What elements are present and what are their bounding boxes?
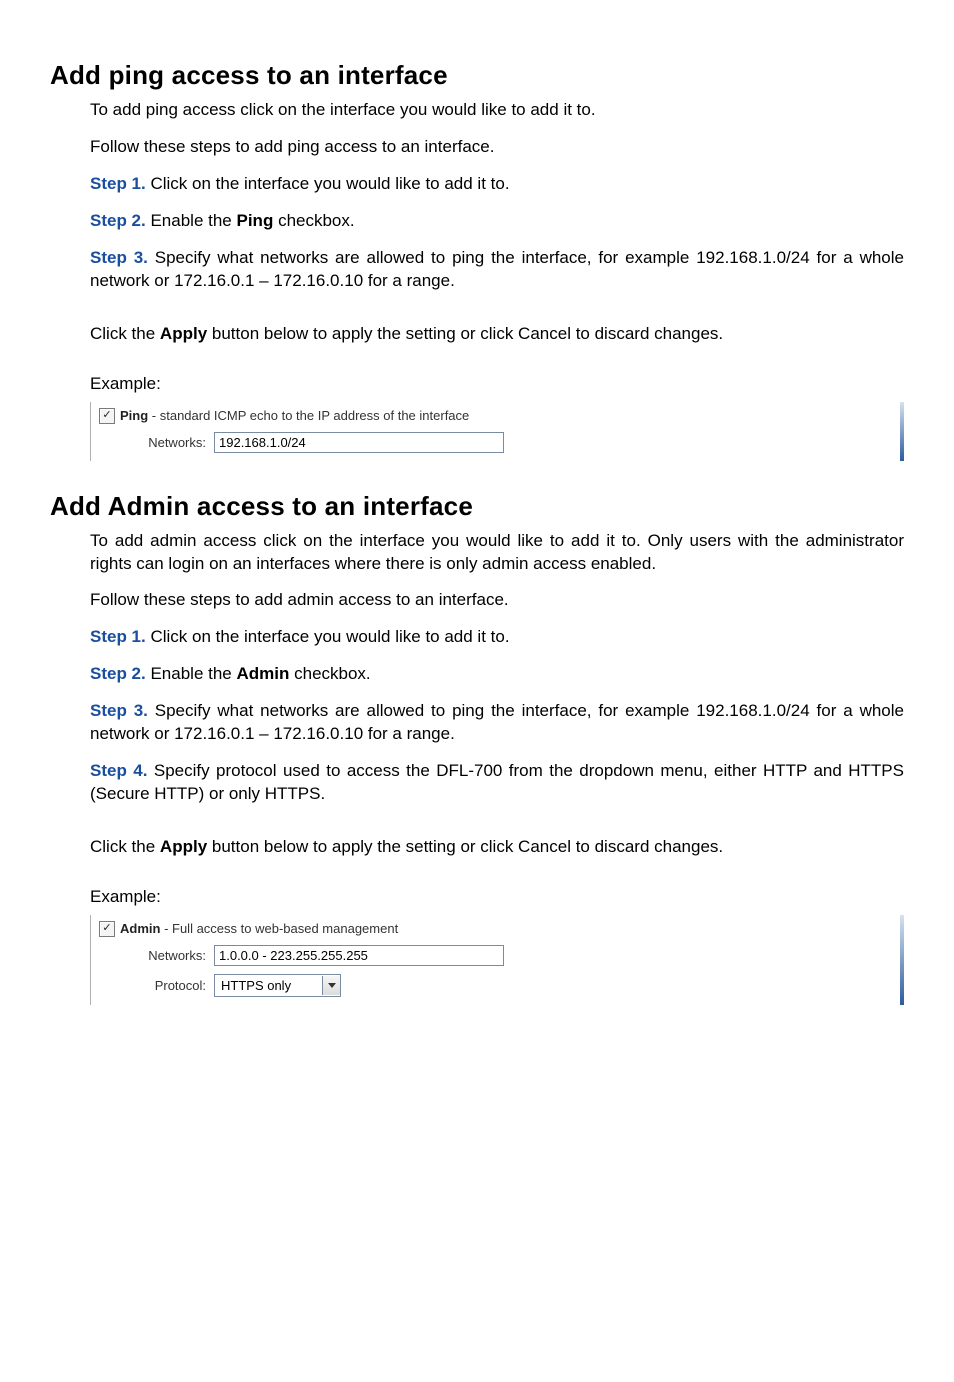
- s2-step4-text: Specify protocol used to access the DFL-…: [90, 761, 904, 803]
- section2-intro: To add admin access click on the interfa…: [90, 530, 904, 576]
- section1-follow: Follow these steps to add ping access to…: [90, 136, 904, 159]
- s2-step2-end: checkbox.: [289, 664, 370, 683]
- ping-networks-label: Networks:: [134, 435, 206, 450]
- section2-step2: Step 2. Enable the Admin checkbox.: [90, 663, 904, 686]
- admin-networks-line: Networks:: [134, 945, 504, 966]
- ping-widget: ✓ Ping - standard ICMP echo to the IP ad…: [90, 402, 904, 461]
- step3-text: Specify what networks are allowed to pin…: [90, 248, 904, 290]
- apply-bold: Apply: [160, 324, 207, 343]
- section2-title: Add Admin access to an interface: [50, 491, 904, 522]
- step3-bold: Step 3.: [90, 248, 148, 267]
- admin-check-label: Admin: [120, 921, 160, 936]
- step2-end: checkbox.: [273, 211, 354, 230]
- section2-step1: Step 1. Click on the interface you would…: [90, 626, 904, 649]
- ping-networks-input[interactable]: [214, 432, 504, 453]
- step2-bold: Step 2.: [90, 211, 146, 230]
- step1-bold: Step 1.: [90, 174, 146, 193]
- admin-protocol-line: Protocol: HTTPS only: [134, 974, 504, 997]
- section1-apply: Click the Apply button below to apply th…: [90, 323, 904, 346]
- apply-pre: Click the: [90, 324, 160, 343]
- admin-checkbox-row: ✓ Admin - Full access to web-based manag…: [99, 921, 504, 937]
- admin-widget: ✓ Admin - Full access to web-based manag…: [90, 915, 904, 1005]
- admin-networks-input[interactable]: [214, 945, 504, 966]
- section2-example-label: Example:: [90, 887, 904, 907]
- s2-step1-text: Click on the interface you would like to…: [146, 627, 510, 646]
- section1-example-label: Example:: [90, 374, 904, 394]
- right-accent-bar: [900, 402, 904, 461]
- admin-protocol-value: HTTPS only: [215, 978, 322, 993]
- step2-mid: Enable the: [146, 211, 237, 230]
- s2-apply-pre: Click the: [90, 837, 160, 856]
- s2-step2-mid: Enable the: [146, 664, 237, 683]
- s2-apply-post: button below to apply the setting or cli…: [207, 837, 723, 856]
- chevron-down-icon: [322, 976, 340, 995]
- step1-text: Click on the interface you would like to…: [146, 174, 510, 193]
- check-icon: ✓: [102, 410, 111, 421]
- section2-step4: Step 4. Specify protocol used to access …: [90, 760, 904, 806]
- s2-step2-check-word: Admin: [237, 664, 290, 683]
- section1-title: Add ping access to an interface: [50, 60, 904, 91]
- ping-networks-line: Networks:: [134, 432, 504, 453]
- ping-check-desc: - standard ICMP echo to the IP address o…: [148, 408, 469, 423]
- s2-step3-bold: Step 3.: [90, 701, 148, 720]
- admin-protocol-label: Protocol:: [134, 978, 206, 993]
- ping-checkbox-row: ✓ Ping - standard ICMP echo to the IP ad…: [99, 408, 504, 424]
- s2-step3-text: Specify what networks are allowed to pin…: [90, 701, 904, 743]
- s2-step1-bold: Step 1.: [90, 627, 146, 646]
- right-accent-bar-2: [900, 915, 904, 1005]
- section1-step2: Step 2. Enable the Ping checkbox.: [90, 210, 904, 233]
- s2-step4-bold: Step 4.: [90, 761, 147, 780]
- s2-step2-bold: Step 2.: [90, 664, 146, 683]
- admin-networks-label: Networks:: [134, 948, 206, 963]
- admin-protocol-select[interactable]: HTTPS only: [214, 974, 341, 997]
- admin-check-desc: - Full access to web-based management: [160, 921, 398, 936]
- section1-step1: Step 1. Click on the interface you would…: [90, 173, 904, 196]
- apply-post: button below to apply the setting or cli…: [207, 324, 723, 343]
- section2-apply: Click the Apply button below to apply th…: [90, 836, 904, 859]
- s2-apply-bold: Apply: [160, 837, 207, 856]
- step2-check-word: Ping: [237, 211, 274, 230]
- ping-check-label: Ping: [120, 408, 148, 423]
- section1-intro: To add ping access click on the interfac…: [90, 99, 904, 122]
- admin-checkbox[interactable]: ✓: [99, 921, 115, 937]
- section2-step3: Step 3. Specify what networks are allowe…: [90, 700, 904, 746]
- ping-checkbox[interactable]: ✓: [99, 408, 115, 424]
- check-icon: ✓: [102, 923, 111, 934]
- section2-follow: Follow these steps to add admin access t…: [90, 589, 904, 612]
- section1-step3: Step 3. Specify what networks are allowe…: [90, 247, 904, 293]
